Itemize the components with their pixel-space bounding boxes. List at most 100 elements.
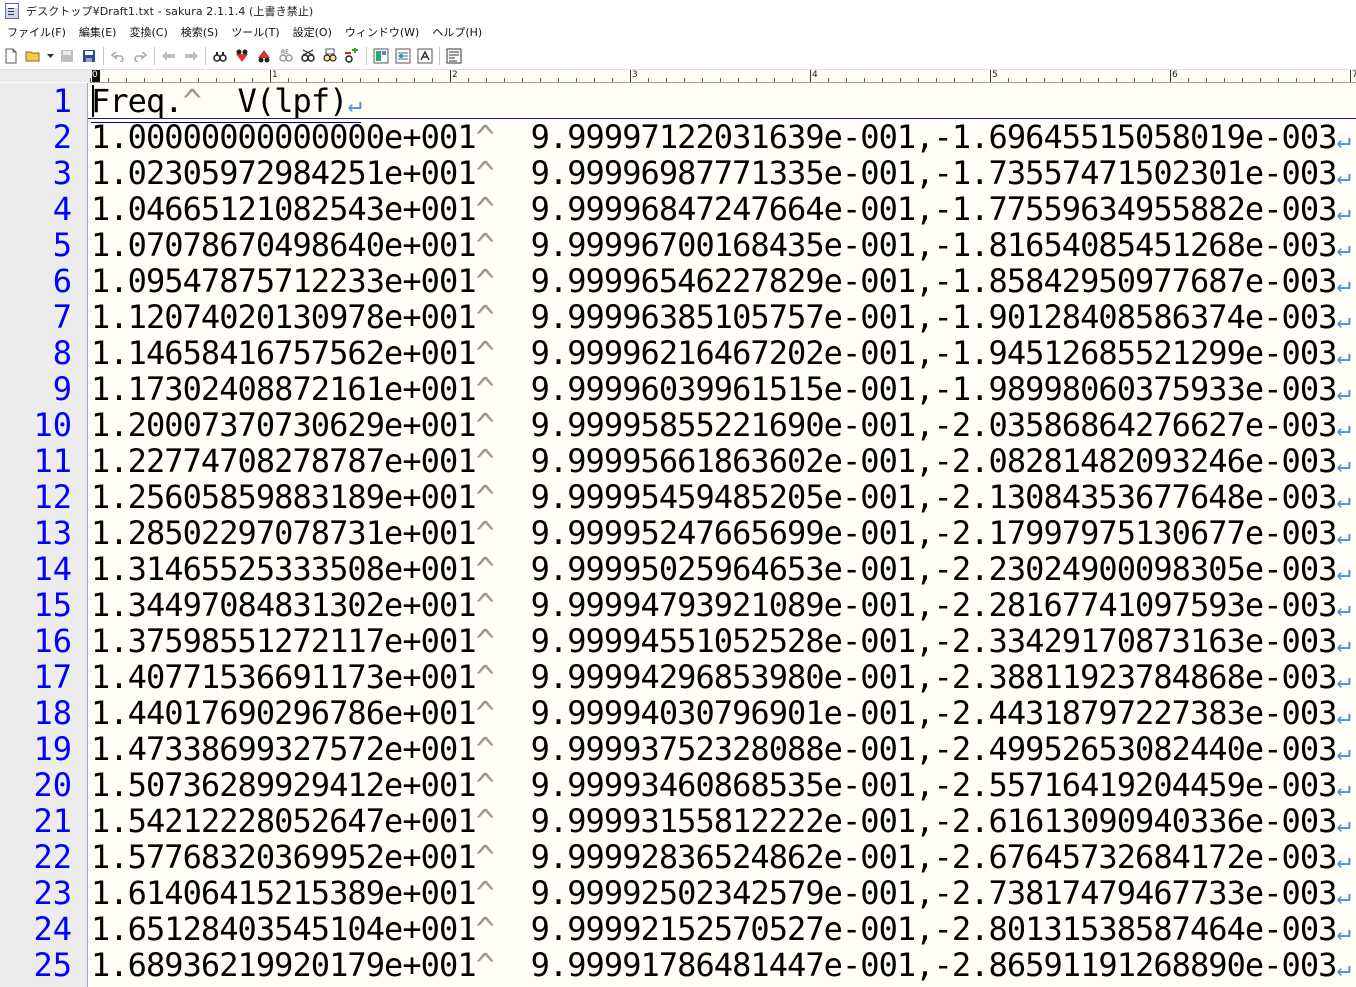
line-text[interactable]: 1.14658416757562e+001^ 9.99996216467202e… [91,335,1351,374]
text-line[interactable]: 17 1.40771536691173e+001^ 9.9999429685398… [0,659,1356,695]
tab-mark: ^ [475,838,495,876]
menu-window[interactable]: ウィンドウ(W) [338,24,425,40]
jump-back-icon[interactable] [160,47,178,65]
line-text[interactable]: 1.57768320369952e+001^ 9.99992836524862e… [91,838,1351,878]
text-line[interactable]: 13 1.28502297078731e+001^ 9.9999524766569… [0,515,1356,551]
line-text[interactable]: 1.34497084831302e+001^ 9.99994793921089e… [91,586,1351,626]
text-line[interactable]: 22 1.57768320369952e+001^ 9.9999283652486… [0,839,1356,875]
save-icon[interactable] [80,47,98,65]
line-number: 13 [33,514,72,552]
text-lines[interactable]: 1 Freq.^ V(lpf)↵ 2 1.00000000000000e+001^ 9… [0,83,1356,987]
menu-convert[interactable]: 変換(C) [122,24,173,40]
outline-icon[interactable] [372,47,390,65]
replace-icon[interactable] [321,47,339,65]
search-prev-icon[interactable] [233,47,251,65]
line-text[interactable]: 1.28502297078731e+001^ 9.99995247665699e… [91,514,1351,554]
toolbar: RE [0,43,1356,70]
frequency-cell: 1.44017690296786e+001 [91,694,477,732]
tab-mark: ^ [182,83,202,120]
line-text[interactable]: 1.40771536691173e+001^ 9.99994296853980e… [91,658,1351,698]
line-number: 23 [33,874,72,912]
text-line[interactable]: 12 1.25605859883189e+001^ 9.9999545948520… [0,479,1356,515]
text-line[interactable]: 4 1.04665121082543e+001^ 9.99996847247664… [0,191,1356,227]
line-break-mark: ↵ [1336,810,1351,838]
value-cell: 9.99996039961515e-001,-1.98998060375933e… [530,370,1338,408]
line-text[interactable]: 1.31465525333508e+001^ 9.99995025964653e… [91,551,1351,590]
search-next-icon[interactable] [255,47,273,65]
line-text[interactable]: 1.47338699327572e+001^ 9.99993752328088e… [91,731,1351,770]
line-text[interactable]: 1.12074020130978e+001^ 9.99996385105757e… [91,299,1351,338]
line-text[interactable]: 1.65128403545104e+001^ 9.99992152570527e… [91,911,1351,950]
text-line[interactable]: 19 1.47338699327572e+001^ 9.9999375232808… [0,731,1356,767]
menu-tools[interactable]: ツール(T) [224,24,285,40]
window-list-icon[interactable] [445,47,463,65]
line-number: 22 [33,838,72,876]
line-text[interactable]: 1.25605859883189e+001^ 9.99995459485205e… [91,478,1351,518]
dropdown-arrow-icon[interactable] [46,47,54,65]
line-text[interactable]: 1.22774708278787e+001^ 9.99995661863602e… [91,443,1351,482]
text-line[interactable]: 21 1.54212228052647e+001^ 9.9999315581222… [0,803,1356,839]
line-text[interactable]: 1.37598551272117e+001^ 9.99994551052528e… [91,623,1351,662]
line-text[interactable]: 1.04665121082543e+001^ 9.99996847247664e… [91,191,1351,230]
text-line[interactable]: 7 1.12074020130978e+001^ 9.99996385105757… [0,299,1356,335]
bookmark-icon[interactable]: RE [277,47,295,65]
menu-edit[interactable]: 編集(E) [72,24,123,40]
text-line[interactable]: 10 1.20007370730629e+001^ 9.9999585522169… [0,407,1356,443]
font-icon[interactable] [416,47,434,65]
text-line[interactable]: 2 1.00000000000000e+001^ 9.99997122031639… [0,119,1356,155]
line-text[interactable]: 1.44017690296786e+001^ 9.99994030796901e… [91,694,1351,734]
value-cell: 9.99996546227829e-001,-1.85842950977687e… [530,262,1338,300]
grep-icon[interactable] [299,47,317,65]
value-cell: 9.99993460868535e-001,-2.55716419204459e… [530,766,1338,804]
tab-mark: ^ [475,406,495,444]
value-cell: 9.99994793921089e-001,-2.28167741097593e… [530,586,1338,624]
value-cell: 9.99995247665699e-001,-2.17997975130677e… [530,514,1338,552]
menu-search[interactable]: 検索(S) [174,24,225,40]
undo-icon[interactable] [109,47,127,65]
value-cell: 9.99995459485205e-001,-2.13084353677648e… [530,478,1338,516]
line-text[interactable]: 1.00000000000000e+001^ 9.99997122031639e… [91,119,1351,158]
settings-icon[interactable] [394,47,412,65]
text-line[interactable]: 18 1.44017690296786e+001^ 9.9999403079690… [0,695,1356,731]
save-disabled-icon[interactable] [58,47,76,65]
text-line[interactable]: 6 1.09547875712233e+001^ 9.99996546227829… [0,263,1356,299]
text-line[interactable]: 5 1.07078670498640e+001^ 9.99996700168435… [0,227,1356,263]
line-text[interactable]: 1.07078670498640e+001^ 9.99996700168435e… [91,227,1351,266]
line-text[interactable]: 1.54212228052647e+001^ 9.99993155812222e… [91,803,1351,842]
text-line[interactable]: 23 1.61406415215389e+001^ 9.9999250234257… [0,875,1356,911]
menu-settings[interactable]: 設定(O) [286,24,338,40]
editor-area[interactable]: 0 1 2 3 4 5 6 7 1Freq.^ V(lpf)↵21.000000… [0,70,1356,987]
ruler-label: 6 [1170,70,1178,82]
text-line[interactable]: 25 1.68936219920179e+001^ 9.9999178648144… [0,947,1356,983]
jump-forward-icon[interactable] [182,47,200,65]
text-line[interactable]: 9 1.17302408872161e+001^ 9.99996039961515… [0,371,1356,407]
frequency-cell: 1.40771536691173e+001 [91,658,477,696]
line-text[interactable]: 1.20007370730629e+001^ 9.99995855221690e… [91,406,1351,446]
line-text[interactable]: 1.02305972984251e+001^ 9.99996987771335e… [91,155,1351,194]
line-text[interactable]: 1.17302408872161e+001^ 9.99996039961515e… [91,370,1351,410]
text-line[interactable]: 20 1.50736289929412e+001^ 9.9999346086853… [0,767,1356,803]
line-text[interactable]: 1.09547875712233e+001^ 9.99996546227829e… [91,262,1351,302]
tab-mark: ^ [475,874,495,912]
line-text[interactable]: 1.61406415215389e+001^ 9.99992502342579e… [91,874,1351,914]
search-icon[interactable] [211,47,229,65]
redo-icon[interactable] [131,47,149,65]
tab-mark: ^ [475,586,495,624]
open-folder-icon[interactable] [24,47,42,65]
line-text[interactable]: 1.68936219920179e+001^ 9.99991786481447e… [91,947,1351,986]
line-text[interactable]: Freq.^ V(lpf)↵ [91,83,362,123]
compare-icon[interactable] [343,47,361,65]
text-line[interactable]: 8 1.14658416757562e+001^ 9.99996216467202… [0,335,1356,371]
text-line[interactable]: 14 1.31465525333508e+001^ 9.9999502596465… [0,551,1356,587]
new-file-icon[interactable] [2,47,20,65]
menu-file[interactable]: ファイル(F) [0,24,72,40]
text-line[interactable]: 3 1.02305972984251e+001^ 9.99996987771335… [0,155,1356,191]
line-text[interactable]: 1.50736289929412e+001^ 9.99993460868535e… [91,766,1351,806]
text-line[interactable]: 24 1.65128403545104e+001^ 9.9999215257052… [0,911,1356,947]
text-line[interactable]: 15 1.34497084831302e+001^ 9.9999479392108… [0,587,1356,623]
text-line[interactable]: 1 Freq.^ V(lpf)↵ [0,83,1356,123]
text-line[interactable]: 11 1.22774708278787e+001^ 9.9999566186360… [0,443,1356,479]
text-line[interactable]: 16 1.37598551272117e+001^ 9.9999455105252… [0,623,1356,659]
menu-help[interactable]: ヘルプ(H) [425,24,488,40]
line-number: 21 [33,802,72,840]
